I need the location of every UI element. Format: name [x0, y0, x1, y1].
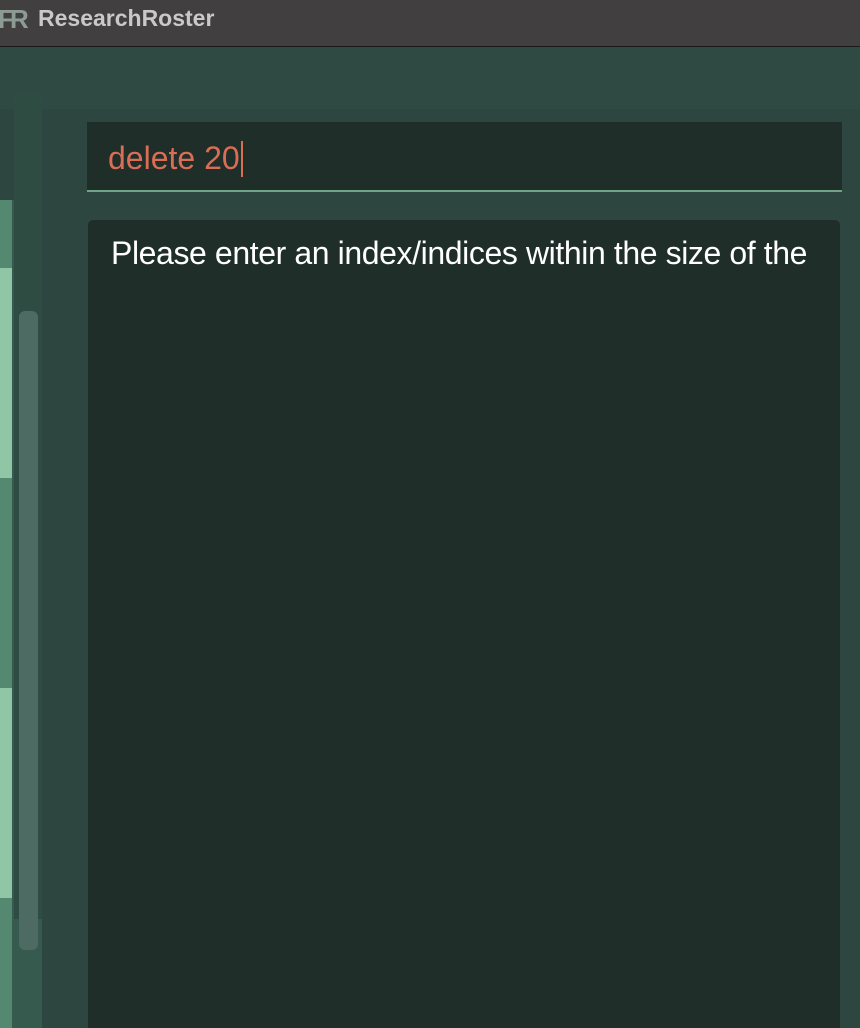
- list-card[interactable]: [0, 688, 12, 898]
- list-card[interactable]: [0, 898, 12, 1028]
- menu-bar: [0, 47, 860, 109]
- list-card[interactable]: [0, 268, 12, 478]
- list-card[interactable]: [0, 200, 12, 268]
- command-input[interactable]: delete 20: [87, 122, 842, 192]
- title-bar: F R ResearchRoster: [0, 0, 860, 47]
- list-scrollbar-thumb[interactable]: [19, 311, 38, 950]
- command-value: delete 20: [108, 140, 240, 176]
- command-input-text[interactable]: delete 20: [108, 138, 243, 178]
- result-message: Please enter an index/indices within the…: [111, 235, 808, 271]
- app-title: ResearchRoster: [38, 5, 215, 31]
- result-display: Please enter an index/indices within the…: [88, 220, 840, 1028]
- list-card[interactable]: [0, 478, 12, 688]
- svg-text:R: R: [10, 4, 29, 32]
- text-cursor: [240, 140, 243, 177]
- app-logo-icon: F R: [0, 4, 30, 32]
